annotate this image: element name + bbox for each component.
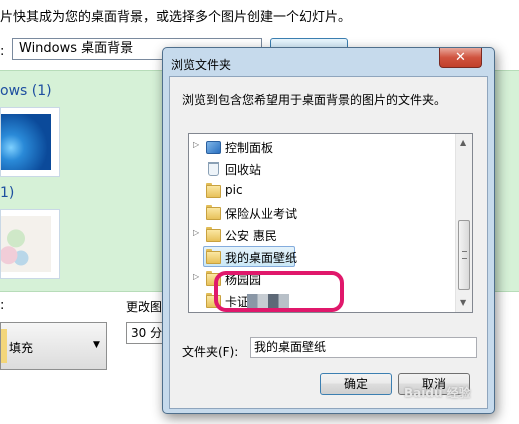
scroll-up-icon[interactable]: ▲: [460, 138, 466, 147]
dialog-title: 浏览文件夹: [171, 58, 232, 72]
scrollbar-thumb[interactable]: [458, 220, 470, 290]
tree-item-label: 回收站: [225, 163, 262, 177]
control-panel-icon: [206, 141, 221, 154]
picture-position-select[interactable]: 填充 ▼: [0, 322, 107, 370]
tree-item-police[interactable]: ▷ 公安 惠民: [189, 224, 459, 246]
expand-arrow-icon[interactable]: ▷: [193, 228, 199, 237]
picture-position-label: :: [0, 298, 5, 313]
folder-icon: [206, 185, 221, 198]
wallpaper-image: [1, 216, 51, 272]
dropdown-arrow-icon: ▼: [93, 340, 100, 350]
gallery-group-title: 1): [0, 185, 15, 201]
wallpaper-thumbnail[interactable]: [0, 209, 60, 279]
tree-item-control-panel[interactable]: ▷ 控制面板: [189, 136, 459, 158]
tree-item-label: 公安 惠民: [225, 229, 277, 243]
close-button[interactable]: ✕: [439, 48, 482, 68]
expand-arrow-icon[interactable]: ▷: [193, 272, 199, 281]
folder-tree[interactable]: ▷ 控制面板 回收站 pic 保险从业考试 ▷ 公安 惠民 我的桌面壁纸 ▷ 杨…: [188, 133, 473, 313]
wallpaper-image: [1, 114, 51, 170]
position-preview-icon: [1, 329, 7, 363]
tree-scrollbar[interactable]: ▲ ▼: [455, 134, 472, 312]
tree-item-label: pic: [225, 183, 243, 197]
folder-icon: [206, 207, 221, 220]
grip-icon: [462, 251, 467, 259]
folder-icon: [206, 251, 221, 264]
folder-name-field[interactable]: 我的桌面壁纸: [250, 337, 477, 358]
position-value: 填充: [9, 341, 34, 355]
folder-label: 文件夹(F):: [182, 345, 239, 359]
recycle-bin-icon: [208, 162, 219, 176]
gallery-group-title: ows (1): [0, 83, 52, 99]
close-icon: ✕: [455, 50, 466, 65]
tree-item-my-wallpapers[interactable]: 我的桌面壁纸: [189, 246, 459, 268]
location-label: :: [0, 44, 5, 59]
tree-item-label: 控制面板: [225, 141, 274, 155]
tree-item-pic[interactable]: pic: [189, 180, 459, 202]
folder-icon: [206, 229, 221, 242]
tree-item-recycle-bin[interactable]: 回收站: [189, 158, 459, 180]
ok-button[interactable]: 确定: [320, 373, 392, 395]
dialog-description: 浏览到包含您希望用于桌面背景的图片的文件夹。: [182, 93, 447, 107]
tree-item-label: 保险从业考试: [225, 207, 298, 221]
tree-item-label: 我的桌面壁纸: [225, 251, 298, 265]
browse-folder-dialog: 浏览文件夹 ✕ 浏览到包含您希望用于桌面背景的图片的文件夹。 ▷ 控制面板 回收…: [162, 47, 495, 414]
annotation-highlight-ring: [214, 271, 344, 312]
dialog-body: 浏览到包含您希望用于桌面背景的图片的文件夹。 ▷ 控制面板 回收站 pic 保险…: [169, 76, 488, 409]
tree-item-insurance-exam[interactable]: 保险从业考试: [189, 202, 459, 224]
expand-arrow-icon[interactable]: ▷: [193, 140, 199, 149]
change-interval-label: 更改图: [126, 300, 163, 314]
wallpaper-thumbnail[interactable]: [0, 107, 60, 177]
watermark: Baidu 经验: [404, 386, 471, 400]
instruction-text: 片快其成为您的桌面背景，或选择多个图片创建一个幻灯片。: [0, 10, 352, 25]
scroll-down-icon[interactable]: ▼: [460, 298, 466, 307]
